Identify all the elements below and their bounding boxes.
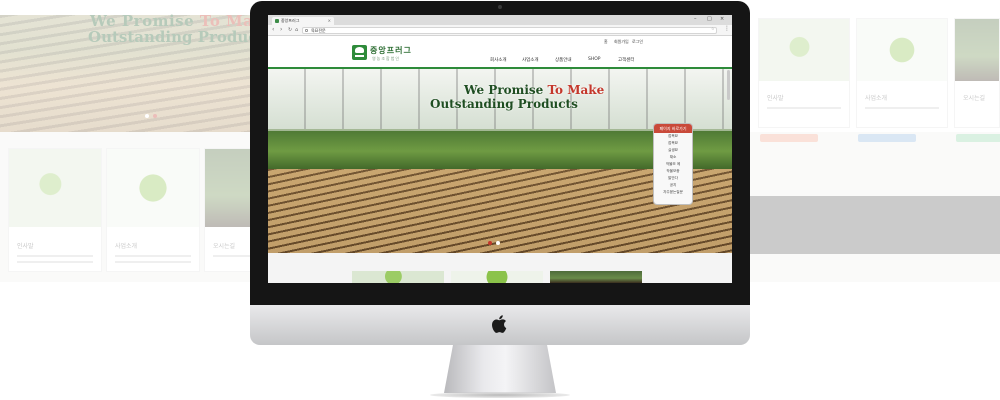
quick-menu-item[interactable]: 작물모종 [654, 168, 692, 175]
hero-subline: Outstanding Products [430, 97, 578, 111]
bookmark-star-icon[interactable]: ☆ [711, 26, 715, 31]
close-window-icon[interactable]: × [720, 16, 724, 22]
browser-tab[interactable]: 중앙프러그 × [272, 17, 334, 25]
logo-mark-icon[interactable] [352, 45, 367, 60]
utility-link-login[interactable]: 로그인 [632, 39, 643, 45]
imac-stand [444, 345, 556, 393]
quick-menu-item[interactable]: 접목묘 [654, 140, 692, 147]
home-icon[interactable]: ⌂ [295, 27, 298, 33]
hero-headline: We Promise To Make [464, 83, 605, 97]
lettuce-image [107, 149, 199, 227]
nav-company[interactable]: 회사소개 [490, 57, 507, 63]
background-card-right: 오시는길 [954, 18, 1000, 128]
forward-icon[interactable]: › [280, 27, 282, 33]
slide-dot[interactable] [496, 241, 500, 245]
close-tab-icon[interactable]: × [328, 17, 331, 25]
background-card-right: 사업소개 [856, 18, 948, 128]
quick-menu-item[interactable]: 자주묻는질문 [654, 189, 692, 196]
nav-business[interactable]: 사업소개 [522, 57, 539, 63]
nav-shop[interactable]: SHOP [588, 57, 601, 62]
url-input[interactable]: 육묘전문 [302, 27, 717, 34]
quick-menu-item[interactable]: 발안다 [654, 175, 692, 182]
lettuce-thumbnail[interactable] [451, 271, 543, 283]
background-footer [750, 196, 1000, 254]
quick-menu-item[interactable]: 실생묘 [654, 147, 692, 154]
quick-menu-item[interactable]: 공지 [654, 182, 692, 189]
quick-menu-item[interactable]: 접목묘 [654, 133, 692, 140]
browser-tab-bar: 중앙프러그 × – □ × [268, 15, 732, 25]
sprout-thumbnail[interactable] [352, 271, 444, 283]
stage: We Promise To Make Outstanding Products … [0, 0, 1000, 400]
logo-subtitle: 영농조합법인 [372, 56, 401, 61]
background-card: 인사말 [8, 148, 102, 272]
quick-menu: 페이지 바로가기 접목묘 접목묘 실생묘 채소 작물모 메 작물모종 발안다 공… [653, 123, 693, 205]
quick-menu-item[interactable]: 채소 [654, 154, 692, 161]
quick-menu-title: 페이지 바로가기 [654, 124, 692, 133]
logo-text[interactable]: 중앙프러그 [370, 45, 412, 56]
nav-products[interactable]: 상품안내 [555, 57, 572, 63]
address-bar: ‹ › ↻ ⌂ 육묘전문 ☆ ⋮ [268, 25, 732, 36]
apple-logo-icon [492, 315, 507, 333]
utility-link-home[interactable]: 홈 [604, 39, 608, 45]
sprout-image [9, 149, 101, 227]
screen: 중앙프러그 × – □ × ‹ › ↻ ⌂ 육묘전문 ☆ ⋮ 홈 회원가입 로그… [268, 15, 732, 283]
quick-menu-item[interactable]: 작물모 메 [654, 161, 692, 168]
scrollbar[interactable] [727, 70, 730, 100]
background-hero-subline: Outstanding Products [88, 28, 273, 46]
minimize-icon[interactable]: – [694, 16, 697, 22]
back-icon[interactable]: ‹ [272, 27, 274, 33]
seedlings-thumbnail[interactable] [550, 271, 642, 283]
background-card: 사업소개 [106, 148, 200, 272]
nav-support[interactable]: 고객센터 [618, 57, 635, 63]
slide-dot[interactable] [488, 241, 492, 245]
background-card-right: 인사말 [758, 18, 850, 128]
reload-icon[interactable]: ↻ [288, 27, 292, 33]
camera-icon [498, 5, 502, 9]
favicon-icon [275, 19, 279, 23]
maximize-icon[interactable]: □ [707, 16, 712, 22]
browser-menu-icon[interactable]: ⋮ [724, 26, 730, 32]
lock-icon [305, 29, 308, 32]
utility-link-join[interactable]: 회원가입 [614, 39, 629, 45]
